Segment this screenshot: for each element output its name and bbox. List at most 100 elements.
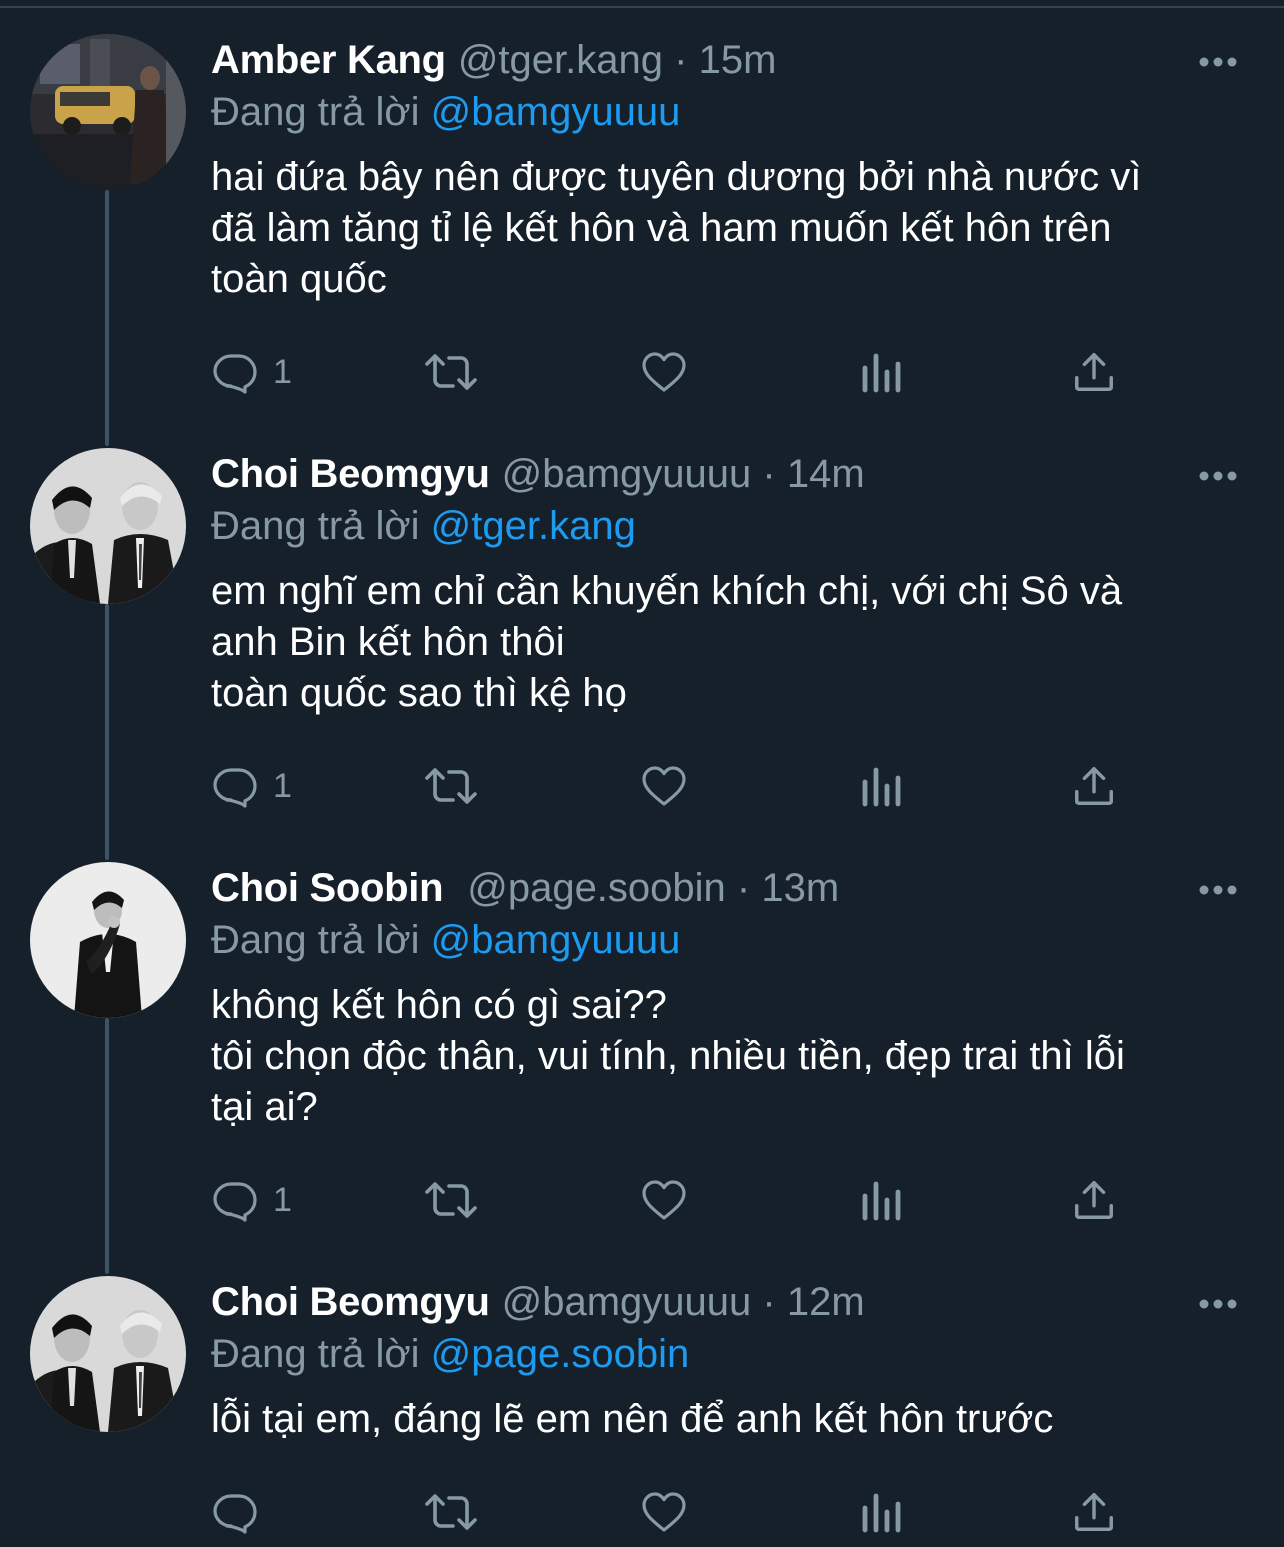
reply-icon	[213, 1182, 257, 1222]
like-button[interactable]	[639, 342, 689, 402]
share-button[interactable]	[1071, 756, 1117, 816]
retweet-icon	[425, 1182, 477, 1218]
separator-dot: ·	[674, 38, 688, 82]
thread-line	[105, 1018, 109, 1274]
share-icon	[1075, 1181, 1113, 1219]
like-button[interactable]	[639, 1482, 689, 1542]
reply-button[interactable]	[211, 1482, 273, 1542]
mention-link[interactable]: @bamgyuuuu	[431, 90, 681, 134]
reply-button[interactable]: 1	[211, 1170, 292, 1230]
timestamp[interactable]: 15m	[699, 38, 777, 82]
tweet-text: không kết hôn có gì sai?? tôi chọn độc t…	[211, 983, 1125, 1129]
display-name[interactable]: Choi Soobin	[211, 866, 444, 910]
replying-to: Đang trả lời @bamgyuuuu	[211, 914, 1251, 966]
retweet-button[interactable]	[423, 1170, 479, 1230]
reply-icon	[213, 354, 257, 394]
username[interactable]: @bamgyuuuu	[502, 1280, 752, 1324]
reply-count: 1	[273, 1180, 292, 1219]
replying-to-label: Đang trả lời	[211, 918, 420, 962]
tweet-actions: 1	[211, 756, 1211, 816]
share-icon	[1075, 767, 1113, 805]
heart-icon	[642, 352, 686, 392]
avatar-choi-beomgyu[interactable]	[30, 1276, 186, 1432]
share-button[interactable]	[1071, 342, 1117, 402]
tweet-text: em nghĩ em chỉ cần khuyến khích chị, với…	[211, 569, 1123, 715]
username[interactable]: @tger.kang	[458, 38, 663, 82]
analytics-icon	[862, 1493, 901, 1533]
reply-count: 1	[273, 766, 292, 805]
tweet-actions: 1	[211, 342, 1211, 402]
display-name[interactable]: Choi Beomgyu	[211, 1280, 490, 1324]
heart-icon	[642, 1492, 686, 1532]
analytics-icon	[862, 1181, 901, 1221]
display-name[interactable]: Amber Kang	[211, 38, 446, 82]
heart-icon	[642, 766, 686, 806]
separator-dot: ·	[762, 1280, 776, 1324]
more-icon	[1199, 57, 1237, 67]
avatar-image	[30, 862, 186, 1018]
avatar-amber-kang[interactable]	[30, 34, 186, 190]
analytics-button[interactable]	[859, 342, 903, 402]
avatar-image	[30, 34, 186, 190]
mention-link[interactable]: @bamgyuuuu	[431, 918, 681, 962]
username[interactable]: @bamgyuuuu	[502, 452, 752, 496]
more-options-button[interactable]	[1198, 56, 1238, 68]
share-icon	[1075, 1493, 1113, 1531]
separator-dot: ·	[736, 866, 751, 910]
reply-icon	[213, 768, 257, 808]
retweet-icon	[425, 1494, 477, 1530]
timestamp[interactable]: 13m	[761, 866, 839, 910]
avatar-image	[30, 448, 186, 604]
retweet-icon	[425, 354, 477, 390]
more-options-button[interactable]	[1198, 1298, 1238, 1310]
avatar-choi-beomgyu[interactable]	[30, 448, 186, 604]
reply-count: 1	[273, 352, 292, 391]
tweet-header: Amber Kang @tger.kang · 15m	[211, 34, 1251, 86]
analytics-button[interactable]	[859, 1482, 903, 1542]
retweet-button[interactable]	[423, 756, 479, 816]
reply-button[interactable]: 1	[211, 756, 292, 816]
analytics-button[interactable]	[859, 756, 903, 816]
tweet-text: hai đứa bây nên được tuyên dương bởi nhà…	[211, 155, 1142, 301]
replying-to: Đang trả lời @tger.kang	[211, 500, 1251, 552]
timestamp[interactable]: 14m	[787, 452, 865, 496]
avatar-image	[30, 1276, 186, 1432]
retweet-icon	[425, 768, 477, 804]
retweet-button[interactable]	[423, 342, 479, 402]
separator-dot: ·	[762, 452, 776, 496]
more-icon	[1199, 885, 1237, 895]
avatar-choi-soobin[interactable]	[30, 862, 186, 1018]
top-divider	[0, 6, 1284, 8]
reply-button[interactable]: 1	[211, 342, 292, 402]
timestamp[interactable]: 12m	[787, 1280, 865, 1324]
replying-to-label: Đang trả lời	[211, 504, 420, 548]
username[interactable]: @page.soobin	[467, 866, 726, 910]
replying-to-label: Đang trả lời	[211, 90, 420, 134]
tweet-header: Choi Beomgyu @bamgyuuuu · 12m	[211, 1276, 1251, 1328]
display-name[interactable]: Choi Beomgyu	[211, 452, 490, 496]
mention-link[interactable]: @tger.kang	[431, 504, 636, 548]
share-icon	[1075, 353, 1113, 391]
tweet-text: lỗi tại em, đáng lẽ em nên để anh kết hô…	[211, 1397, 1054, 1441]
analytics-icon	[862, 767, 901, 807]
like-button[interactable]	[639, 756, 689, 816]
retweet-button[interactable]	[423, 1482, 479, 1542]
more-options-button[interactable]	[1198, 884, 1238, 896]
share-button[interactable]	[1071, 1170, 1117, 1230]
more-options-button[interactable]	[1198, 470, 1238, 482]
reply-icon	[213, 1494, 257, 1534]
heart-icon	[642, 1180, 686, 1220]
analytics-button[interactable]	[859, 1170, 903, 1230]
more-icon	[1199, 471, 1237, 481]
replying-to: Đang trả lời @page.soobin	[211, 1328, 1251, 1380]
analytics-icon	[862, 353, 901, 393]
replying-to-label: Đang trả lời	[211, 1332, 420, 1376]
tweet-actions: 1	[211, 1170, 1211, 1230]
mention-link[interactable]: @page.soobin	[431, 1332, 690, 1376]
thread-line	[105, 604, 109, 860]
share-button[interactable]	[1071, 1482, 1117, 1542]
like-button[interactable]	[639, 1170, 689, 1230]
tweet-header: Choi Beomgyu @bamgyuuuu · 14m	[211, 448, 1251, 500]
more-icon	[1199, 1299, 1237, 1309]
thread-line	[105, 190, 109, 446]
